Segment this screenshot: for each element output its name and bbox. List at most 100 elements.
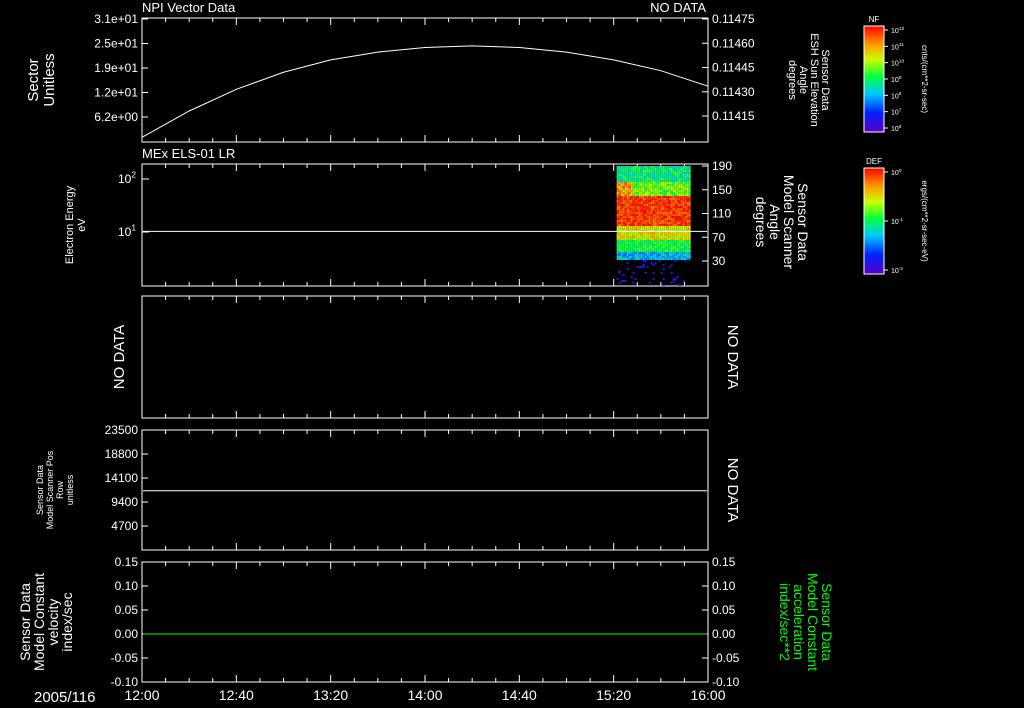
panel-1-right-label: Sensor Data ESH Sun Elevation Angle degr… <box>786 33 831 127</box>
spectrogram-cell <box>630 232 633 234</box>
spectrogram-cell <box>622 186 625 188</box>
colorbar-nf-title: NF <box>869 15 880 24</box>
spectrogram-cell <box>688 204 691 206</box>
spectrogram-cell <box>648 176 651 178</box>
spectrogram-cell <box>676 182 679 184</box>
spectrogram-cell <box>672 280 675 282</box>
spectrogram-cell <box>658 208 661 210</box>
spectrogram-cell <box>648 218 651 220</box>
spectrogram-cell <box>646 204 649 206</box>
spectrogram-cell <box>626 204 629 206</box>
spectrogram-cell <box>634 190 637 192</box>
spectrogram-cell <box>660 248 663 250</box>
spectrogram-cell <box>652 256 655 258</box>
spectrogram-cell <box>680 166 683 168</box>
spectrogram-cell <box>620 206 623 208</box>
spectrogram-cell <box>622 216 625 218</box>
spectrogram-cell <box>626 222 629 224</box>
spectrogram-cell <box>650 170 653 172</box>
spectrogram-cell <box>686 222 689 224</box>
spectrogram-cell <box>664 184 667 186</box>
spectrogram-cell <box>684 202 687 204</box>
spectrogram-cell <box>666 256 669 258</box>
spectrogram-cell <box>650 192 653 194</box>
spectrogram-cell <box>674 238 677 240</box>
spectrogram-cell <box>644 248 647 250</box>
spectrogram-cell <box>630 240 633 242</box>
spectrogram-cell <box>618 236 621 238</box>
spectrogram-cell <box>648 182 651 184</box>
spectrogram-cell <box>628 184 631 186</box>
spectrogram-cell <box>648 170 651 172</box>
spectrogram-cell <box>618 234 621 236</box>
spectrogram-cell <box>658 242 661 244</box>
spectrogram-cell <box>672 220 675 222</box>
spectrogram-cell <box>670 180 673 182</box>
spectrogram-cell <box>616 184 619 186</box>
spectrogram-cell <box>688 210 691 212</box>
panel-1-right-ticks: 0.114750.114600.114450.114300.11415 <box>702 12 755 123</box>
spectrogram-cell <box>622 218 625 220</box>
spectrogram-cell <box>616 256 619 258</box>
spectrogram-cell <box>666 218 669 220</box>
spectrogram-cell <box>638 252 641 254</box>
spectrogram-cell <box>670 210 673 212</box>
panel-2-right-label: Sensor Data Model Scanner Angle degrees <box>753 175 811 270</box>
spectrogram-cell <box>634 204 637 206</box>
spectrogram-cell <box>682 232 685 234</box>
spectrogram-cell <box>616 238 619 240</box>
spectrogram-cell <box>642 200 645 202</box>
spectrogram-cell <box>676 194 679 196</box>
spectrogram-cell <box>626 206 629 208</box>
spectrogram-cell <box>648 220 651 222</box>
spectrogram-cell <box>654 222 657 224</box>
spectrogram-cell <box>636 250 639 252</box>
spectrogram-cell <box>632 200 635 202</box>
spectrogram-cell <box>676 214 679 216</box>
spectrogram-cell <box>676 178 679 180</box>
spectrogram-cell <box>626 200 629 202</box>
spectrogram-cell <box>640 238 643 240</box>
spectrogram-cell <box>656 178 659 180</box>
spectrogram-cell <box>642 240 645 242</box>
spectrogram-cell <box>636 166 639 168</box>
spectrogram-cell <box>658 178 661 180</box>
spectrogram-cell <box>650 240 653 242</box>
spectrogram-cell <box>652 168 655 170</box>
spectrogram-cell <box>618 210 621 212</box>
spectrogram-cell <box>642 202 645 204</box>
spectrogram-cell <box>634 218 637 220</box>
spectrogram-cell <box>656 182 659 184</box>
spectrogram-cell <box>638 216 641 218</box>
spectrogram-cell <box>636 174 639 176</box>
spectrogram-cell <box>662 224 665 226</box>
spectrogram-cell <box>680 206 683 208</box>
spectrogram-cell <box>648 190 651 192</box>
spectrogram-cell <box>664 206 667 208</box>
spectrogram-cell <box>624 232 627 234</box>
spectrogram-cell <box>656 206 659 208</box>
spectrogram-cell <box>656 168 659 170</box>
spectrogram-cell <box>632 170 635 172</box>
spectrogram-cell <box>634 252 637 254</box>
spectrogram-cell <box>626 250 629 252</box>
spectrogram-cell <box>616 224 619 226</box>
spectrogram-cell <box>670 282 673 284</box>
spectrogram-cell <box>622 236 625 238</box>
spectrogram-cell <box>658 248 661 250</box>
spectrogram-cell <box>666 180 669 182</box>
spectrogram-cell <box>652 198 655 200</box>
date-label: 2005/116 <box>34 689 95 706</box>
spectrogram-cell <box>680 222 683 224</box>
spectrogram-cell <box>642 206 645 208</box>
spectrogram-cell <box>668 238 671 240</box>
spectrogram-cell <box>618 242 621 244</box>
spectrogram-cell <box>652 234 655 236</box>
spectrogram-cell <box>688 198 691 200</box>
spectrogram-cell <box>688 228 691 230</box>
spectrogram-cell <box>672 196 675 198</box>
spectrogram-cell <box>626 208 629 210</box>
spectrogram-cell <box>630 166 633 168</box>
spectrogram-cell <box>634 178 637 180</box>
spectrogram-cell <box>616 206 619 208</box>
